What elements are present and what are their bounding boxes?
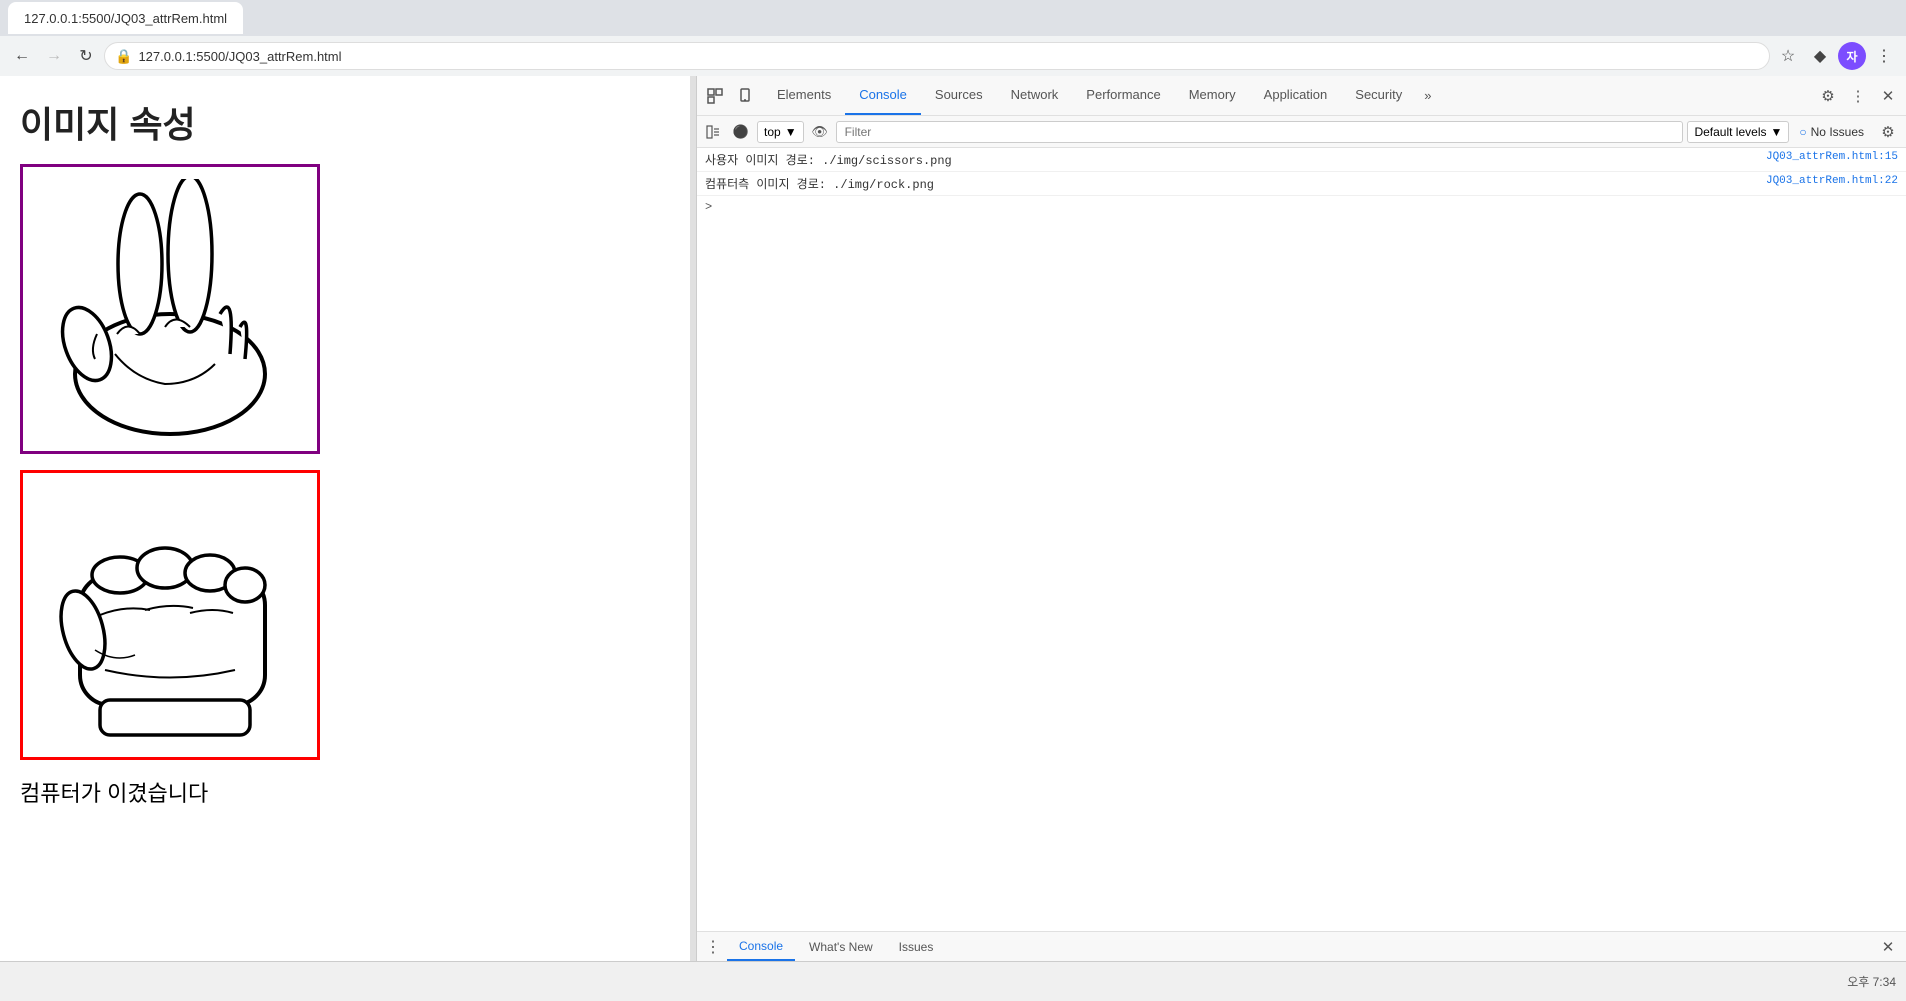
tab-title: 127.0.0.1:5500/JQ03_attrRem.html: [24, 11, 227, 26]
tab-network[interactable]: Network: [997, 76, 1073, 115]
console-toolbar: ⚫ top ▼ 👁 Default levels ▼ ○ No Issues ⚙: [697, 116, 1906, 148]
profile-button[interactable]: 자: [1838, 42, 1866, 70]
reload-button[interactable]: ↻: [72, 42, 100, 70]
bottom-tab-console[interactable]: Console: [727, 932, 795, 961]
more-tabs-button[interactable]: »: [1416, 88, 1439, 103]
devtools-tabs: Elements Console Sources Network Perform…: [763, 76, 1810, 115]
taskbar: 오후 7:34: [0, 961, 1906, 1001]
bottom-tab-issues[interactable]: Issues: [887, 932, 946, 961]
tab-sources[interactable]: Sources: [921, 76, 997, 115]
back-button[interactable]: ←: [8, 42, 36, 70]
tab-console[interactable]: Console: [845, 76, 921, 115]
nav-bar: ← → ↻ 🔒 127.0.0.1:5500/JQ03_attrRem.html…: [0, 36, 1906, 76]
filter-input[interactable]: [836, 121, 1684, 143]
devtools-close-button[interactable]: ✕: [1874, 82, 1902, 110]
clear-console-button[interactable]: ⚫: [729, 120, 753, 144]
tab-security[interactable]: Security: [1341, 76, 1416, 115]
scissors-image-box: [20, 164, 320, 454]
rock-image-box: [20, 470, 320, 760]
scissors-hand-image: [35, 179, 305, 439]
log-levels-dropdown[interactable]: Default levels ▼: [1687, 121, 1789, 143]
url-text: 127.0.0.1:5500/JQ03_attrRem.html: [138, 49, 1759, 64]
page-content: 이미지 속성: [0, 76, 690, 961]
bookmark-button[interactable]: ☆: [1774, 42, 1802, 70]
result-text: 컴퓨터가 이겼습니다: [20, 776, 670, 808]
chevron-down-icon: ▼: [785, 125, 797, 139]
console-line-2: 컴퓨터측 이미지 경로: ./img/rock.png JQ03_attrRem…: [697, 172, 1906, 196]
log-levels-label: Default levels: [1694, 125, 1766, 139]
chevron-down-icon: ▼: [1771, 125, 1783, 139]
inspect-element-button[interactable]: [701, 82, 729, 110]
console-line-1-source[interactable]: JQ03_attrRem.html:15: [1766, 151, 1898, 163]
no-issues-badge: ○ No Issues: [1793, 125, 1870, 139]
page-title-partial: 이미지 속성: [20, 96, 670, 148]
console-line-2-source[interactable]: JQ03_attrRem.html:22: [1766, 175, 1898, 187]
forward-button[interactable]: →: [40, 42, 68, 70]
devtools-settings-bar: ⚙ ⋮ ✕: [1810, 82, 1906, 110]
tab-bar: 127.0.0.1:5500/JQ03_attrRem.html: [0, 0, 1906, 36]
console-output: 사용자 이미지 경로: ./img/scissors.png JQ03_attr…: [697, 148, 1906, 931]
console-line-1-text: 사용자 이미지 경로: ./img/scissors.png: [705, 151, 1758, 168]
active-tab[interactable]: 127.0.0.1:5500/JQ03_attrRem.html: [8, 2, 243, 34]
console-line-1: 사용자 이미지 경로: ./img/scissors.png JQ03_attr…: [697, 148, 1906, 172]
devtools-icons-left: [697, 82, 763, 110]
main-area: 이미지 속성: [0, 76, 1906, 961]
context-dropdown[interactable]: top ▼: [757, 121, 804, 143]
settings-button[interactable]: ⋮: [1870, 42, 1898, 70]
rock-hand-image: [35, 485, 305, 745]
context-label: top: [764, 125, 781, 139]
devtools-panel: Elements Console Sources Network Perform…: [696, 76, 1906, 961]
taskbar-time: 오후 7:34: [1847, 973, 1896, 990]
devtools-settings-button[interactable]: ⚙: [1814, 82, 1842, 110]
address-bar[interactable]: 🔒 127.0.0.1:5500/JQ03_attrRem.html: [104, 42, 1770, 70]
nav-right: ☆ ◆ 자 ⋮: [1774, 42, 1898, 70]
tab-elements[interactable]: Elements: [763, 76, 845, 115]
devtools-more-button[interactable]: ⋮: [1844, 82, 1872, 110]
sidebar-toggle-button[interactable]: [701, 120, 725, 144]
extensions-button[interactable]: ◆: [1806, 42, 1834, 70]
console-prompt: >: [697, 196, 1906, 218]
device-toggle-button[interactable]: [731, 82, 759, 110]
bottom-tab-whats-new[interactable]: What's New: [797, 932, 885, 961]
tab-application[interactable]: Application: [1250, 76, 1342, 115]
bottom-bar-dots[interactable]: ⋮: [701, 935, 725, 959]
devtools-topbar: Elements Console Sources Network Perform…: [697, 76, 1906, 116]
console-line-2-text: 컴퓨터측 이미지 경로: ./img/rock.png: [705, 175, 1758, 192]
console-settings-button[interactable]: ⚙: [1874, 118, 1902, 146]
prompt-chevron: >: [705, 200, 712, 214]
bottom-bar-close[interactable]: ✕: [1874, 933, 1902, 961]
tab-performance[interactable]: Performance: [1072, 76, 1174, 115]
devtools-bottom-bar: ⋮ Console What's New Issues ✕: [697, 931, 1906, 961]
no-issues-label: No Issues: [1811, 125, 1864, 139]
tab-memory[interactable]: Memory: [1175, 76, 1250, 115]
eye-icon-button[interactable]: 👁: [808, 120, 832, 144]
browser-chrome: 127.0.0.1:5500/JQ03_attrRem.html ← → ↻ 🔒…: [0, 0, 1906, 76]
lock-icon: 🔒: [115, 48, 132, 65]
